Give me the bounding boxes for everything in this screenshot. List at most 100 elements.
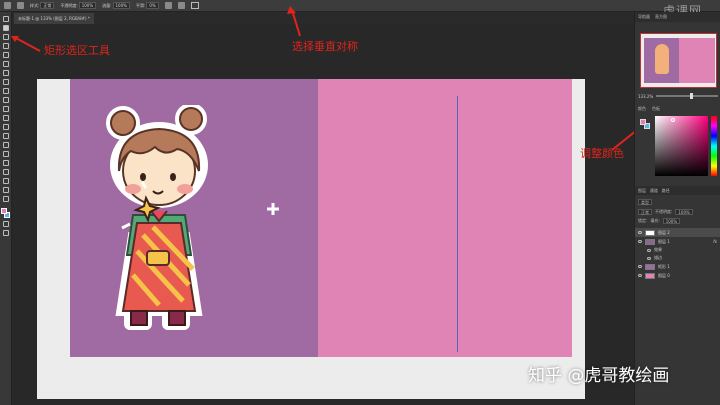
layer-opacity-label: 不透明度: — [655, 208, 673, 214]
visibility-eye-icon[interactable] — [647, 248, 651, 252]
bun-left — [110, 110, 136, 136]
more-tools-icon[interactable] — [2, 196, 9, 202]
shape-tool-icon[interactable] — [2, 169, 9, 175]
eraser-tool-icon[interactable] — [2, 106, 9, 112]
layer-effects-row[interactable]: 效果 — [635, 246, 720, 254]
layer-opacity-field[interactable]: 100% — [675, 208, 693, 215]
layer-effect-stroke-row[interactable]: 描边 — [635, 254, 720, 262]
hue-slider[interactable] — [711, 116, 717, 176]
plus-sparkle — [267, 203, 279, 215]
brush-preset-icon[interactable] — [17, 2, 24, 9]
layer-thumbnail — [645, 263, 655, 270]
pen-tool-icon[interactable] — [2, 142, 9, 148]
fill-label: 填充: — [650, 217, 660, 223]
blend-mode-select[interactable]: 正常 — [638, 208, 652, 215]
navigator-thumbnail[interactable] — [640, 33, 717, 88]
healing-tool-icon[interactable] — [2, 70, 9, 76]
lock-label: 锁定: — [638, 217, 648, 223]
settings-gear-icon[interactable] — [164, 2, 172, 9]
fill-field[interactable]: 100% — [662, 217, 681, 224]
quick-mask-icon[interactable] — [2, 221, 9, 227]
apron-pocket — [146, 250, 170, 266]
tab-channels[interactable]: 通道 — [650, 188, 658, 193]
tab-histogram[interactable]: 直方图 — [655, 12, 667, 22]
navigator-tabs: 导航器 直方图 — [635, 12, 720, 22]
layer-thumbnail — [645, 272, 655, 279]
flow-field[interactable]: 100% — [112, 2, 130, 9]
cheek-right — [177, 184, 193, 194]
layer-name: 图层 2 — [658, 229, 670, 235]
tab-layers[interactable]: 图层 — [638, 188, 646, 193]
brush-tool-icon[interactable] — [2, 79, 9, 85]
visibility-eye-icon[interactable] — [638, 240, 642, 243]
blend-row: 正常 不透明度: 100% — [638, 208, 693, 215]
mode-label: 样式: — [30, 2, 40, 8]
document-tab[interactable]: 未标题-1 @ 133% (图层 2, RGB/8#) * — [14, 13, 94, 24]
screen-mode-icon[interactable] — [2, 230, 9, 236]
flow-label: 流量: — [102, 2, 112, 8]
effect-name: 效果 — [654, 247, 662, 252]
zoom-tool-icon[interactable] — [2, 187, 9, 193]
opacity-field[interactable]: 100% — [78, 2, 97, 9]
visibility-eye-icon[interactable] — [647, 256, 651, 260]
gradient-tool-icon[interactable] — [2, 115, 9, 121]
pink-half — [318, 79, 572, 357]
zoom-value[interactable]: 133.2% — [638, 94, 653, 99]
options-bar: 样式: 正常 不透明度: 100% 流量: 100% 平滑: 0% — [0, 0, 720, 12]
shoe-right — [168, 310, 186, 326]
mode-select[interactable]: 正常 — [40, 2, 55, 9]
zoom-slider[interactable] — [656, 93, 718, 99]
layer-fx-badge[interactable]: fx — [713, 239, 717, 244]
type-tool-icon[interactable] — [2, 151, 9, 157]
visibility-eye-icon[interactable] — [638, 265, 642, 268]
lasso-tool-icon[interactable] — [2, 34, 9, 40]
crop-tool-icon[interactable] — [2, 52, 9, 58]
bun-right — [179, 107, 203, 131]
layer-row[interactable]: 矩形 1 — [635, 262, 720, 271]
layer-filter-row: 类型 — [638, 198, 652, 205]
layer-name: 图层 0 — [658, 272, 670, 278]
history-brush-tool-icon[interactable] — [2, 97, 9, 103]
panel-foreground-swatch[interactable] — [640, 119, 646, 125]
layer-name: 图层 1 — [658, 238, 670, 244]
watermark: 知乎 @虎哥教绘画 — [528, 366, 670, 386]
rect-marquee-tool-icon[interactable] — [2, 25, 9, 31]
visibility-eye-icon[interactable] — [638, 231, 642, 234]
color-swatches[interactable] — [1, 208, 10, 218]
foreground-color-swatch[interactable] — [1, 208, 7, 214]
document-tabbar: 未标题-1 @ 133% (图层 2, RGB/8#) * — [12, 12, 634, 24]
annotation-adjust-color: 调整颜色 — [580, 147, 624, 160]
vertical-guide[interactable] — [457, 96, 458, 352]
sparkle-decoration — [121, 181, 161, 230]
eyedropper-tool-icon[interactable] — [2, 61, 9, 67]
pressure-icon[interactable] — [177, 2, 185, 9]
color-picker-field[interactable] — [655, 116, 708, 176]
thumb-girl — [655, 44, 669, 74]
dodge-tool-icon[interactable] — [2, 133, 9, 139]
opacity-label: 不透明度: — [60, 2, 78, 8]
layer-thumbnail — [645, 229, 655, 236]
smooth-field[interactable]: 0% — [146, 2, 159, 9]
path-select-tool-icon[interactable] — [2, 160, 9, 166]
tab-paths[interactable]: 路径 — [662, 188, 670, 193]
layer-thumbnail — [645, 238, 655, 245]
layer-row[interactable]: 图层 1 fx — [635, 237, 720, 246]
zoom-row: 133.2% — [638, 92, 718, 100]
magic-wand-tool-icon[interactable] — [2, 43, 9, 49]
stamp-tool-icon[interactable] — [2, 88, 9, 94]
layer-row[interactable]: 图层 0 — [635, 271, 720, 280]
visibility-eye-icon[interactable] — [638, 274, 642, 277]
move-tool-icon[interactable] — [2, 16, 9, 22]
vertical-symmetry-icon[interactable] — [190, 2, 199, 9]
tools-panel — [0, 12, 12, 405]
color-picker-cursor[interactable] — [671, 118, 675, 122]
brush-tool-icon[interactable] — [4, 2, 11, 9]
effect-name: 描边 — [654, 255, 662, 260]
tab-swatches[interactable]: 色板 — [652, 106, 660, 112]
blur-tool-icon[interactable] — [2, 124, 9, 130]
tab-navigator[interactable]: 导航器 — [638, 12, 650, 22]
layer-row[interactable]: 图层 2 — [635, 228, 720, 237]
hand-tool-icon[interactable] — [2, 178, 9, 184]
tab-color[interactable]: 颜色 — [638, 106, 646, 112]
layer-kind-select[interactable]: 类型 — [638, 198, 652, 205]
